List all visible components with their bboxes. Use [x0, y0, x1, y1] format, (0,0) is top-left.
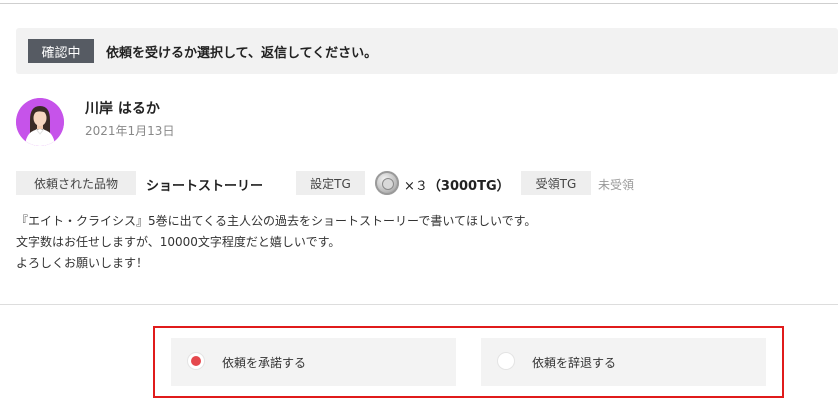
request-meta-row: 依頼された品物 ショートストーリー 設定TG ×３（3000TG） 受領TG 未… — [16, 171, 838, 195]
set-tg-label: 設定TG — [296, 171, 365, 195]
accept-radio[interactable] — [187, 352, 205, 370]
received-tg-value: 未受領 — [598, 178, 635, 192]
decline-radio[interactable] — [497, 352, 515, 370]
decline-label: 依頼を辞退する — [532, 356, 617, 370]
tg-coin-icon — [375, 171, 399, 195]
tg-multiplier: ×３ — [404, 179, 428, 194]
status-badge: 確認中 — [28, 39, 94, 63]
description-line: よろしくお願いします！ — [16, 256, 149, 270]
status-banner: 確認中 依頼を受けるか選択して、返信してください。 — [16, 28, 838, 74]
requested-item-label: 依頼された品物 — [16, 171, 136, 195]
accept-label: 依頼を承諾する — [222, 356, 307, 370]
request-date: 2021年1月13日 — [85, 124, 175, 138]
requested-item-value: ショートストーリー — [146, 179, 264, 194]
request-description: 『エイト・クライシス』5巻に出てくる主人公の過去をショートストーリーで書いてほし… — [16, 211, 536, 274]
top-divider — [0, 3, 838, 4]
decline-option[interactable]: 依頼を辞退する — [481, 338, 766, 386]
accept-option[interactable]: 依頼を承諾する — [171, 338, 456, 386]
avatar — [16, 98, 64, 146]
received-tg-label: 受領TG — [521, 171, 591, 195]
user-name: 川岸 はるか — [85, 101, 160, 117]
status-message: 依頼を受けるか選択して、返信してください。 — [106, 46, 378, 61]
section-divider — [0, 304, 838, 305]
tg-amount: ×３（3000TG） — [404, 175, 510, 194]
tg-total: （3000TG） — [427, 179, 510, 194]
description-line: 『エイト・クライシス』5巻に出てくる主人公の過去をショートストーリーで書いてほし… — [16, 214, 537, 228]
response-choice-group: 依頼を承諾する 依頼を辞退する — [153, 326, 784, 398]
description-line: 文字数はお任せしますが、10000文字程度だと嬉しいです。 — [16, 235, 341, 249]
user-avatar-icon — [16, 98, 64, 146]
